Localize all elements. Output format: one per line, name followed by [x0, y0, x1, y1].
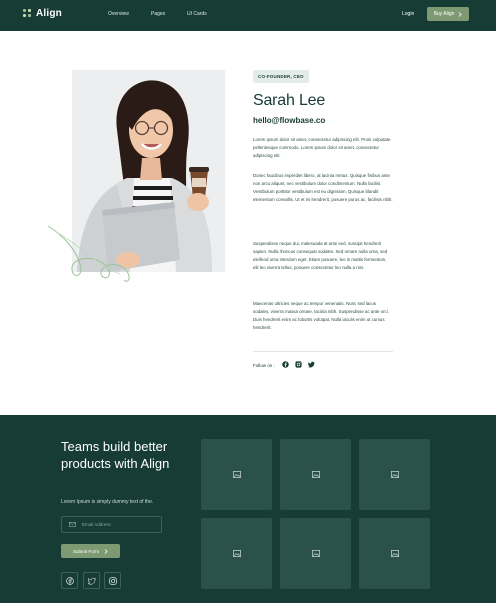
instagram-icon[interactable]: [295, 361, 302, 368]
buy-align-button[interactable]: Buy Align: [427, 7, 469, 21]
role-badge: CO-FOUNDER, CEO: [253, 70, 309, 83]
top-navbar: Align Overview Pages UI Cards Login Buy …: [0, 0, 496, 31]
profile-name: Sarah Lee: [253, 92, 326, 109]
login-link[interactable]: Login: [402, 11, 414, 17]
bio-paragraph-3: Suspendisse neque dui, malesuada at ante…: [253, 241, 388, 270]
image-tile-1[interactable]: [201, 439, 272, 510]
image-icon: [390, 471, 399, 478]
submit-label: Submit Form: [72, 548, 100, 554]
email-input[interactable]: [82, 522, 152, 527]
section-divider: [253, 351, 393, 352]
image-tile-3[interactable]: [359, 439, 430, 510]
nav-link-pages[interactable]: Pages: [151, 11, 165, 17]
image-tile-5[interactable]: [280, 518, 351, 589]
image-tile-2[interactable]: [280, 439, 351, 510]
twitter-icon[interactable]: [308, 361, 315, 368]
follow-label: Follow on :: [253, 363, 275, 368]
chevron-right-icon: [459, 11, 462, 17]
decorative-squiggle: [47, 225, 130, 282]
cta-title: Teams build better products with Align: [61, 439, 170, 471]
facebook-icon: [65, 576, 74, 585]
instagram-icon: [108, 576, 117, 585]
twitter-icon: [87, 577, 96, 585]
nav-link-overview[interactable]: Overview: [108, 11, 129, 17]
image-tile-6[interactable]: [359, 518, 430, 589]
submit-form-button[interactable]: Submit Form: [61, 544, 120, 558]
mail-icon: [69, 522, 76, 527]
image-icon: [232, 471, 241, 478]
logo-mark-icon: [23, 9, 32, 18]
cta-subtitle: Lorem Ipsum is simply dummy text of the.: [61, 499, 154, 505]
email-field[interactable]: [61, 516, 162, 533]
image-icon: [390, 550, 399, 557]
image-tile-4[interactable]: [201, 518, 272, 589]
brand-name: Align: [36, 8, 62, 19]
brand-logo[interactable]: Align: [23, 8, 62, 19]
image-icon: [232, 550, 241, 557]
image-icon: [311, 471, 320, 478]
bio-paragraph-2: Donec faucibus imperdiet libero, at laci…: [253, 173, 393, 202]
buy-label: Buy Align: [433, 11, 455, 17]
profile-email-link[interactable]: hello@flowbase.co: [253, 116, 325, 125]
nav-link-ui-cards[interactable]: UI Cards: [187, 11, 207, 17]
chevron-right-icon: [104, 548, 108, 554]
footer-facebook-button[interactable]: [61, 572, 78, 589]
footer-twitter-button[interactable]: [83, 572, 100, 589]
image-icon: [311, 550, 320, 557]
bio-paragraph-4: Maecenas ultricies neque ac tempor venen…: [253, 301, 389, 330]
footer-instagram-button[interactable]: [104, 572, 121, 589]
bio-paragraph-1: Lorem ipsum dolor sit amet, consectetur …: [253, 137, 391, 158]
facebook-icon[interactable]: [282, 361, 289, 368]
